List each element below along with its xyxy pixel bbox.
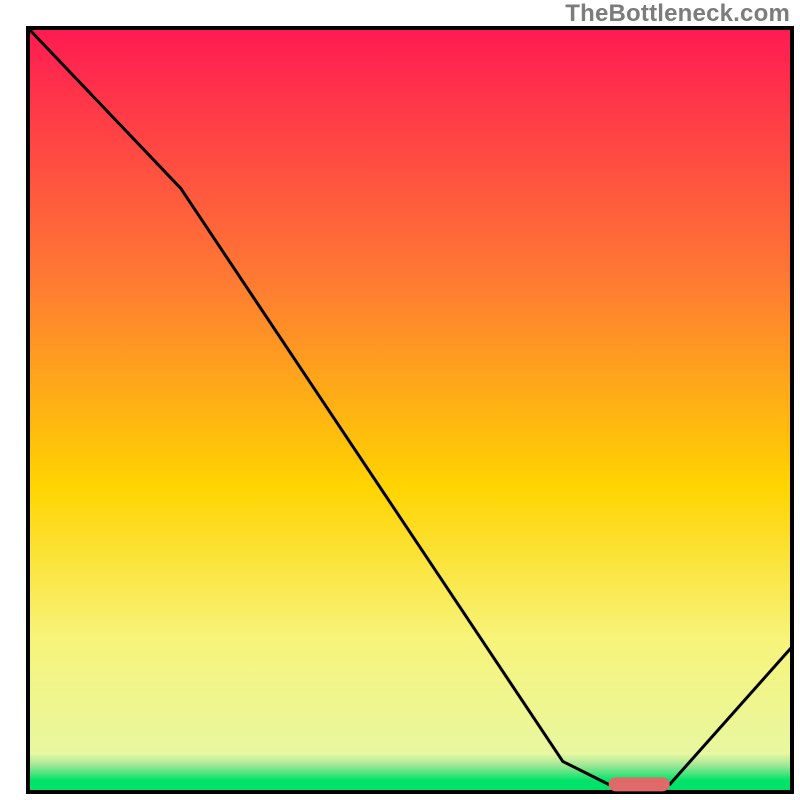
- optimum-marker: [609, 777, 670, 791]
- plot-background: [28, 28, 792, 792]
- chart-stage: TheBottleneck.com: [0, 0, 800, 800]
- bottleneck-chart: [0, 0, 800, 800]
